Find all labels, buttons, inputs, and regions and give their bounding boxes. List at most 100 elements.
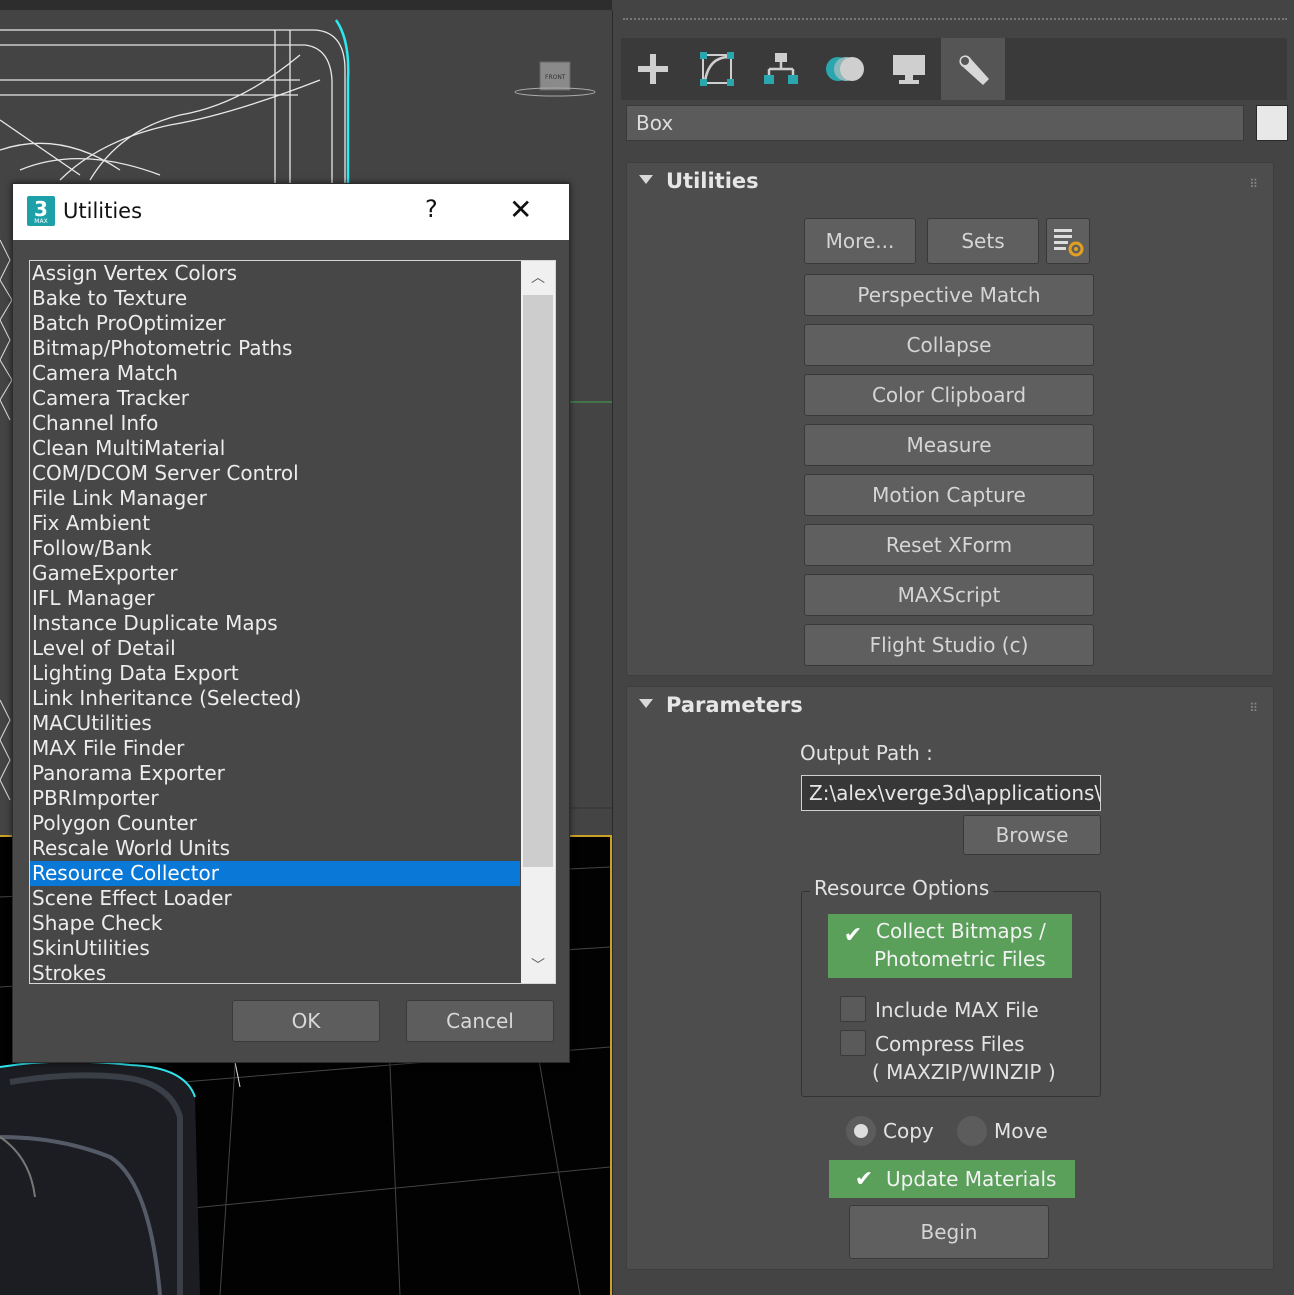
resource-options-label: Resource Options bbox=[810, 876, 994, 900]
configure-button-sets-button[interactable] bbox=[1046, 218, 1090, 264]
more-button[interactable]: More... bbox=[804, 218, 916, 264]
collect-bitmaps-checkbox[interactable]: ✔ Collect Bitmaps / Photometric Files bbox=[828, 914, 1072, 978]
copy-label: Copy bbox=[883, 1119, 934, 1143]
help-button[interactable]: ? bbox=[425, 195, 438, 223]
list-item[interactable]: Polygon Counter bbox=[30, 811, 520, 836]
reset-xform-button[interactable]: Reset XForm bbox=[804, 524, 1094, 566]
check-icon: ✔ bbox=[851, 1166, 877, 1192]
list-item[interactable]: MACUtilities bbox=[30, 711, 520, 736]
update-materials-label: Update Materials bbox=[886, 1167, 1057, 1191]
collapse-button[interactable]: Collapse bbox=[804, 324, 1094, 366]
measure-button[interactable]: Measure bbox=[804, 424, 1094, 466]
object-name-field[interactable]: Box bbox=[626, 105, 1244, 141]
list-item[interactable]: Camera Match bbox=[30, 361, 520, 386]
ok-button[interactable]: OK bbox=[232, 1000, 380, 1042]
list-item[interactable]: Shape Check bbox=[30, 911, 520, 936]
plus-icon bbox=[638, 54, 668, 84]
modify-curve-icon bbox=[700, 52, 734, 86]
list-item[interactable]: Panorama Exporter bbox=[30, 761, 520, 786]
list-item[interactable]: Resource Collector bbox=[30, 861, 520, 886]
cancel-button[interactable]: Cancel bbox=[406, 1000, 554, 1042]
list-item[interactable]: Batch ProOptimizer bbox=[30, 311, 520, 336]
utilities-listbox[interactable]: Assign Vertex Colors Bake to Texture Batch… bbox=[29, 260, 556, 984]
browse-button[interactable]: Browse bbox=[963, 815, 1101, 855]
utilities-dialog: 3 MAX Utilities ? ✕ Assign Vertex Colors B… bbox=[12, 183, 570, 1063]
utilities-list-items: Assign Vertex Colors Bake to Texture Batch… bbox=[30, 261, 555, 983]
3dsmax-app-icon: 3 MAX bbox=[27, 196, 55, 226]
command-panel-tabs bbox=[621, 38, 1287, 100]
utilities-rollout: Utilities ⠿ More... Sets Perspective Mat… bbox=[626, 162, 1274, 676]
utilities-rollout-title: Utilities bbox=[666, 169, 759, 193]
motion-icon bbox=[826, 57, 864, 81]
move-radio[interactable] bbox=[957, 1116, 987, 1146]
utilities-rollout-header[interactable]: Utilities ⠿ bbox=[627, 163, 1273, 201]
object-color-swatch[interactable] bbox=[1256, 105, 1288, 141]
tab-modify[interactable] bbox=[685, 38, 749, 100]
list-item[interactable]: Camera Tracker bbox=[30, 386, 520, 411]
list-item[interactable]: GameExporter bbox=[30, 561, 520, 586]
command-panel: Box Utilities ⠿ More... Sets Perspective… bbox=[612, 10, 1294, 1295]
begin-button[interactable]: Begin bbox=[849, 1205, 1049, 1259]
list-item[interactable]: Lighting Data Export bbox=[30, 661, 520, 686]
close-icon[interactable]: ✕ bbox=[509, 193, 532, 226]
dialog-title-bar[interactable]: 3 MAX Utilities ? ✕ bbox=[13, 184, 569, 240]
tab-display[interactable] bbox=[877, 38, 941, 100]
hierarchy-icon bbox=[764, 53, 798, 84]
list-item[interactable]: Follow/Bank bbox=[30, 536, 520, 561]
list-item[interactable]: SkinUtilities bbox=[30, 936, 520, 961]
list-item[interactable]: Strokes bbox=[30, 961, 520, 983]
list-item[interactable]: Scene Effect Loader bbox=[30, 886, 520, 911]
list-item[interactable]: Rescale World Units bbox=[30, 836, 520, 861]
scroll-thumb[interactable] bbox=[523, 295, 553, 867]
update-materials-checkbox[interactable]: ✔ Update Materials bbox=[829, 1160, 1075, 1198]
rollout-grip-icon[interactable]: ⠿ bbox=[1249, 177, 1259, 191]
list-item[interactable]: Link Inheritance (Selected) bbox=[30, 686, 520, 711]
color-clipboard-button[interactable]: Color Clipboard bbox=[804, 374, 1094, 416]
move-label: Move bbox=[994, 1119, 1048, 1143]
list-item[interactable]: File Link Manager bbox=[30, 486, 520, 511]
dialog-title: Utilities bbox=[63, 199, 143, 223]
scroll-up-icon[interactable]: ︿ bbox=[521, 261, 555, 295]
include-max-file-label: Include MAX File bbox=[875, 998, 1039, 1022]
list-item[interactable]: PBRImporter bbox=[30, 786, 520, 811]
tab-create[interactable] bbox=[621, 38, 685, 100]
list-item[interactable]: COM/DCOM Server Control bbox=[30, 461, 520, 486]
rollout-grip-icon[interactable]: ⠿ bbox=[1249, 701, 1259, 715]
panel-drag-handle[interactable] bbox=[623, 18, 1287, 24]
list-item[interactable]: Assign Vertex Colors bbox=[30, 261, 520, 286]
list-scrollbar[interactable]: ︿ ﹀ bbox=[521, 261, 555, 983]
perspective-match-button[interactable]: Perspective Match bbox=[804, 274, 1094, 316]
list-item[interactable]: IFL Manager bbox=[30, 586, 520, 611]
list-item[interactable]: Clean MultiMaterial bbox=[30, 436, 520, 461]
list-item[interactable]: Fix Ambient bbox=[30, 511, 520, 536]
configure-button-sets-icon bbox=[1054, 229, 1084, 257]
copy-radio[interactable] bbox=[846, 1116, 876, 1146]
wrench-icon bbox=[959, 55, 989, 85]
compress-files-label: Compress Files bbox=[875, 1032, 1025, 1056]
compress-files-checkbox[interactable] bbox=[840, 1030, 866, 1056]
list-item[interactable]: Bake to Texture bbox=[30, 286, 520, 311]
tab-utilities[interactable] bbox=[941, 38, 1005, 100]
flight-studio-button[interactable]: Flight Studio (c) bbox=[804, 624, 1094, 666]
parameters-rollout-title: Parameters bbox=[666, 693, 803, 717]
viewcube-label: FRONT bbox=[545, 74, 566, 81]
parameters-rollout: Parameters ⠿ Output Path : Z:\alex\verge… bbox=[626, 686, 1274, 1270]
list-item[interactable]: Channel Info bbox=[30, 411, 520, 436]
tab-hierarchy[interactable] bbox=[749, 38, 813, 100]
list-item[interactable]: Bitmap/Photometric Paths bbox=[30, 336, 520, 361]
maxscript-button[interactable]: MAXScript bbox=[804, 574, 1094, 616]
tab-motion[interactable] bbox=[813, 38, 877, 100]
parameters-rollout-header[interactable]: Parameters ⠿ bbox=[627, 687, 1273, 725]
scroll-down-icon[interactable]: ﹀ bbox=[521, 949, 555, 983]
collect-bitmaps-label-2: Photometric Files bbox=[874, 947, 1046, 971]
list-item[interactable]: MAX File Finder bbox=[30, 736, 520, 761]
motion-capture-button[interactable]: Motion Capture bbox=[804, 474, 1094, 516]
output-path-field[interactable]: Z:\alex\verge3d\applications\cu bbox=[801, 775, 1101, 811]
compress-files-sublabel: ( MAXZIP/WINZIP ) bbox=[872, 1060, 1056, 1084]
include-max-file-checkbox[interactable] bbox=[840, 996, 866, 1022]
app-icon-sub: MAX bbox=[34, 218, 48, 225]
sets-button[interactable]: Sets bbox=[927, 218, 1039, 264]
list-item[interactable]: Level of Detail bbox=[30, 636, 520, 661]
check-icon: ✔ bbox=[840, 922, 866, 948]
list-item[interactable]: Instance Duplicate Maps bbox=[30, 611, 520, 636]
